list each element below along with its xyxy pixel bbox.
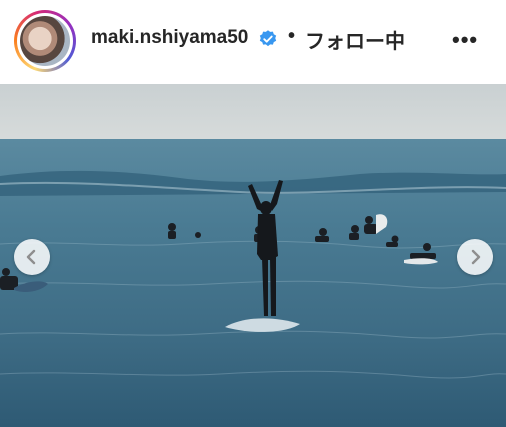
chevron-left-icon bbox=[26, 249, 36, 265]
post-header: maki.nshiyama50 • フォロー中 ••• bbox=[0, 0, 506, 84]
story-ring[interactable] bbox=[14, 10, 76, 72]
sky bbox=[0, 84, 506, 144]
more-options-icon[interactable]: ••• bbox=[452, 27, 478, 53]
carousel-next-button[interactable] bbox=[457, 239, 493, 275]
chevron-right-icon bbox=[471, 249, 481, 265]
surf-scene bbox=[0, 84, 506, 427]
avatar[interactable] bbox=[17, 13, 73, 69]
avatar-image bbox=[20, 16, 70, 66]
verified-badge-icon bbox=[259, 30, 277, 47]
post-photo[interactable] bbox=[0, 84, 506, 427]
following-button[interactable]: フォロー中 bbox=[305, 25, 405, 54]
username-link[interactable]: maki.nshiyama50 bbox=[91, 27, 248, 49]
carousel-prev-button[interactable] bbox=[14, 239, 50, 275]
separator-dot: • bbox=[288, 25, 296, 47]
